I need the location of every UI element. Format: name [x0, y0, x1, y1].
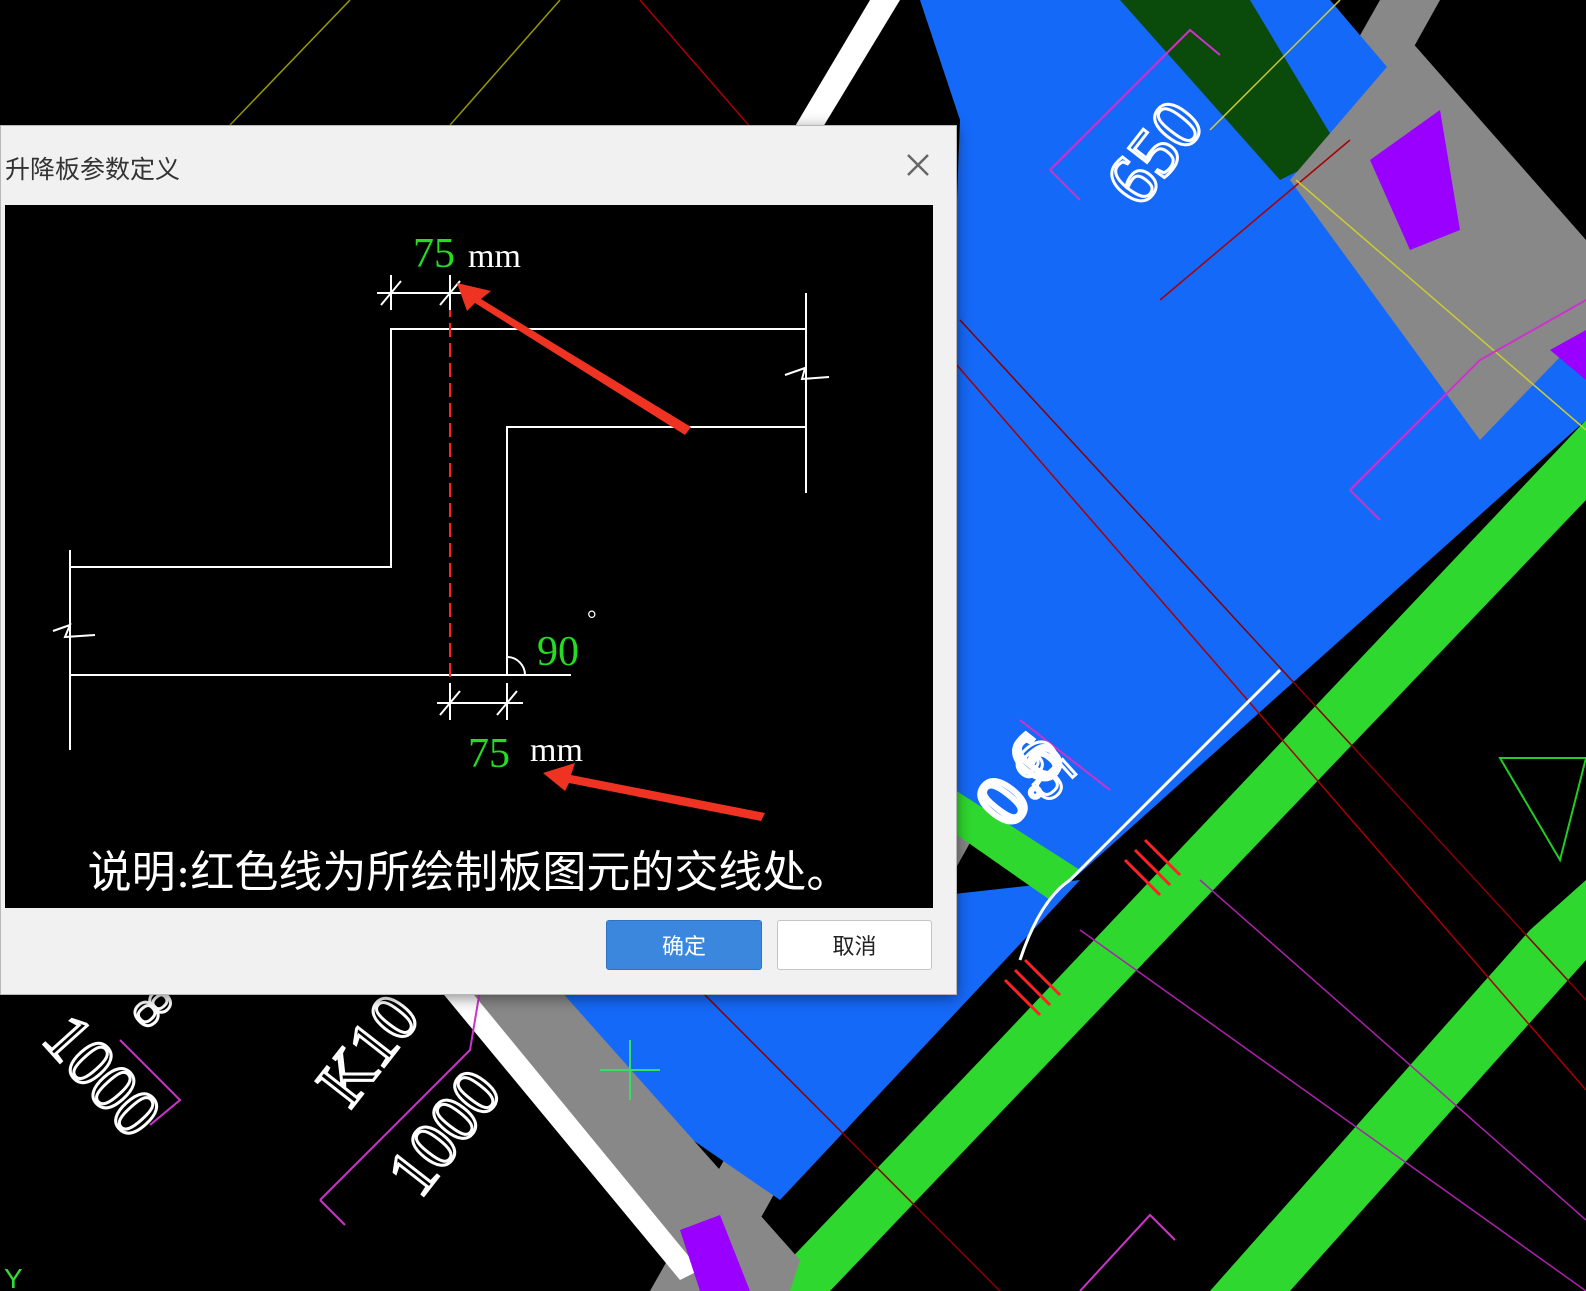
- ok-button[interactable]: 确定: [606, 920, 762, 970]
- dim-top-value: 75: [413, 231, 455, 277]
- angle-unit: °: [587, 607, 597, 633]
- yellow-line: [229, 0, 351, 126]
- arrow-annotation-top: [457, 283, 691, 435]
- arrow-annotation-bottom: [543, 763, 765, 821]
- close-icon[interactable]: [897, 144, 939, 186]
- slab-preview-diagram: 75 mm 75 mm 90 ° 说明:红色线为所绘制板图元的交线处。: [5, 205, 933, 908]
- break-symbol-left: [52, 623, 96, 639]
- angle-arc: [506, 656, 526, 676]
- green-beam-lower: [1210, 880, 1586, 1291]
- dim-top-unit: mm: [468, 238, 521, 275]
- magenta-outline: [1079, 1213, 1176, 1291]
- dialog-title: 升降板参数定义: [5, 155, 181, 184]
- preview-note: 说明:红色线为所绘制板图元的交线处。: [88, 847, 851, 898]
- cancel-button[interactable]: 取消: [777, 920, 932, 970]
- dim-bottom-unit: mm: [530, 732, 583, 769]
- label-k10: K10: [302, 980, 434, 1119]
- dim-bottom-value: 75: [468, 731, 510, 777]
- magenta-outline: [319, 1199, 346, 1226]
- yellow-line: [449, 0, 561, 126]
- slab-parameter-dialog: 升降板参数定义 75 mm 75 mm 90 ° 说明:红色线为所绘制板图元的交…: [0, 125, 957, 995]
- axis-y-label: Y: [4, 1263, 23, 1291]
- angle-value: 90: [537, 629, 579, 675]
- slab-profile-outline: [71, 328, 807, 568]
- dialog-titlebar[interactable]: 升降板参数定义: [1, 126, 956, 202]
- green-triangle-marker: [1498, 757, 1586, 863]
